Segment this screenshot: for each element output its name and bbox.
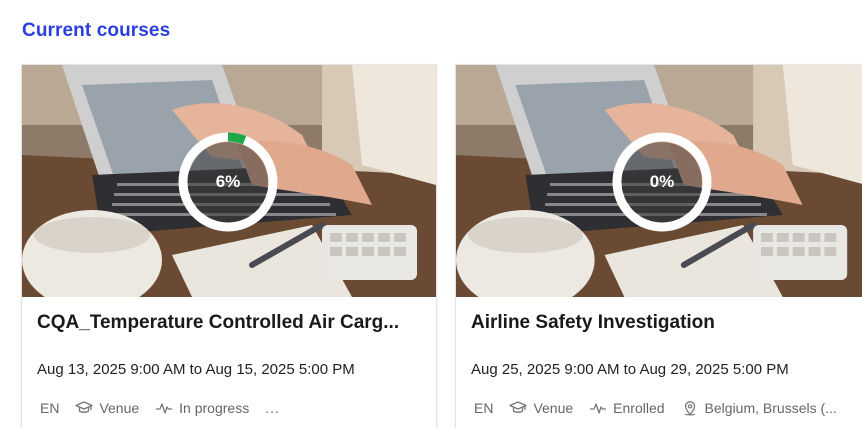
activity-pulse-icon bbox=[155, 400, 173, 416]
language-label: EN bbox=[474, 400, 494, 416]
section-title: Current courses bbox=[22, 20, 171, 41]
map-pin-icon bbox=[681, 400, 699, 416]
course-type: Venue bbox=[75, 400, 139, 416]
progress-percent: 0% bbox=[649, 172, 675, 191]
course-title[interactable]: Airline Safety Investigation bbox=[471, 312, 856, 334]
current-courses-page: Current courses 6% CQA_Temperature Contr… bbox=[0, 0, 862, 428]
course-card[interactable]: 6% CQA_Temperature Controlled Air Carg..… bbox=[22, 65, 436, 428]
course-card[interactable]: 0% Airline Safety Investigation Aug 25, … bbox=[456, 65, 862, 428]
progress-ring: 6% bbox=[176, 130, 280, 234]
course-type-label: Venue bbox=[99, 400, 140, 416]
activity-pulse-icon bbox=[589, 400, 607, 416]
progress-ring: 0% bbox=[610, 130, 714, 234]
course-dates: Aug 13, 2025 9:00 AM to Aug 15, 2025 5:0… bbox=[37, 361, 355, 378]
more-meta-ellipsis[interactable]: ... bbox=[265, 400, 280, 416]
course-type-label: Venue bbox=[533, 400, 574, 416]
course-status-label: Enrolled bbox=[613, 400, 665, 416]
course-thumbnail[interactable]: 0% bbox=[456, 65, 862, 297]
course-status: Enrolled bbox=[589, 400, 665, 416]
course-dates: Aug 25, 2025 9:00 AM to Aug 29, 2025 5:0… bbox=[471, 361, 789, 378]
course-thumbnail[interactable]: 6% bbox=[22, 65, 436, 297]
course-meta: EN Venue In progress ... bbox=[40, 400, 430, 416]
language-label: EN bbox=[40, 400, 60, 416]
course-status: In progress bbox=[155, 400, 249, 416]
course-location-label: Belgium, Brussels (... bbox=[704, 400, 837, 416]
graduation-cap-icon bbox=[75, 400, 94, 416]
course-meta: EN Venue Enrolled Belgium, Brussels (... bbox=[474, 400, 860, 416]
course-location: Belgium, Brussels (... bbox=[681, 400, 837, 416]
course-title[interactable]: CQA_Temperature Controlled Air Carg... bbox=[37, 312, 426, 334]
progress-percent: 6% bbox=[215, 172, 241, 191]
graduation-cap-icon bbox=[509, 400, 528, 416]
course-status-label: In progress bbox=[179, 400, 250, 416]
course-type: Venue bbox=[509, 400, 573, 416]
